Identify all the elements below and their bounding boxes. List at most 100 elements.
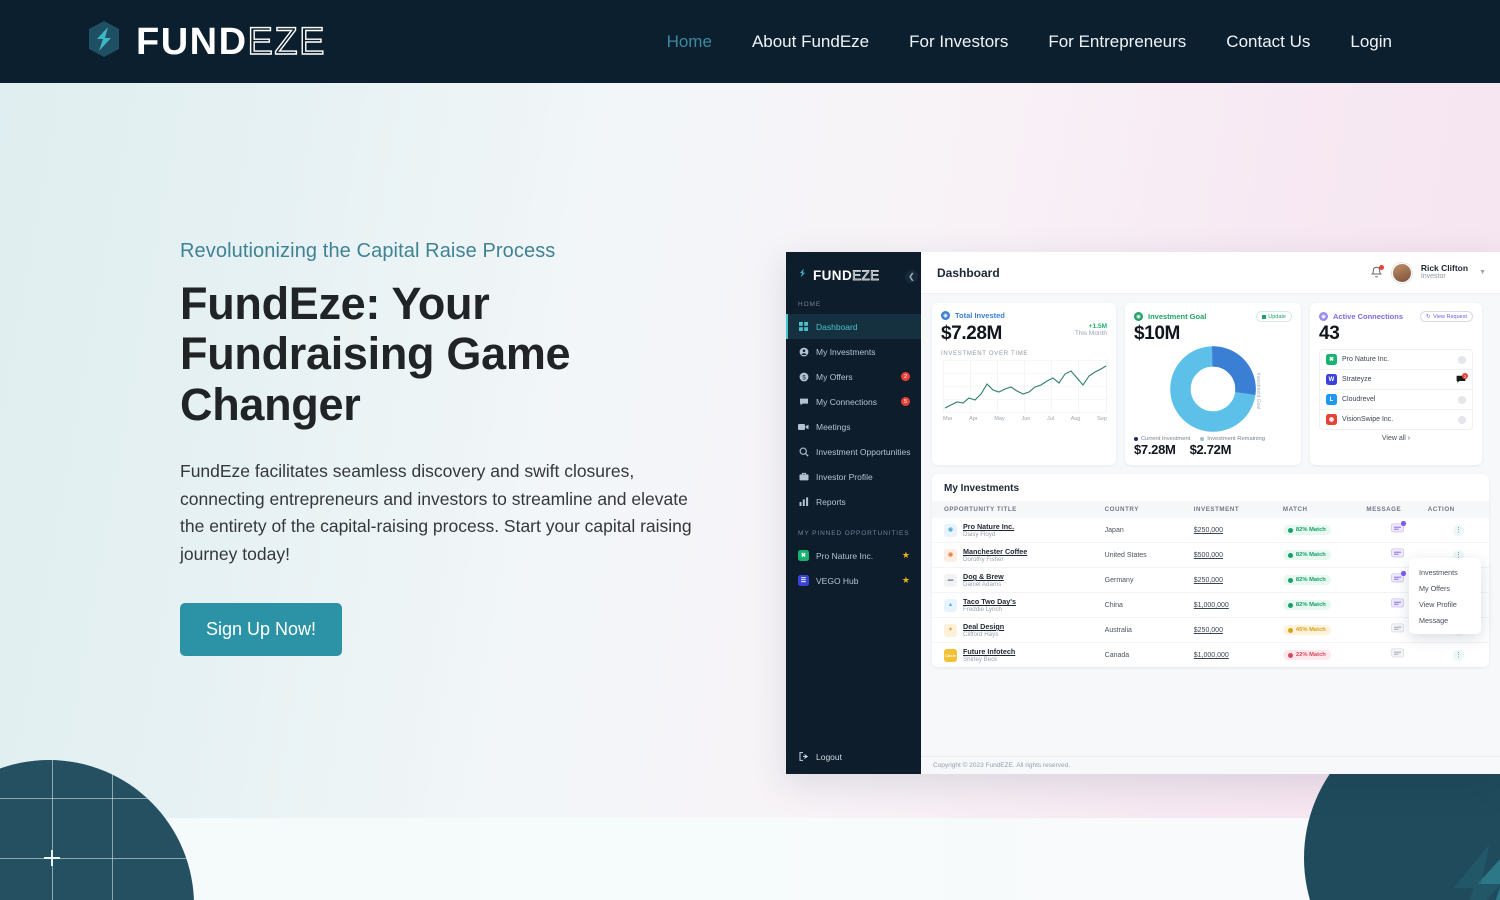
sign-up-button[interactable]: Sign Up Now! — [180, 602, 343, 656]
sidebar-item-meetings[interactable]: Meetings — [786, 414, 921, 439]
avatar[interactable] — [1391, 262, 1412, 283]
site-logo[interactable]: FUND EZE — [86, 20, 326, 63]
view-request-button[interactable]: ↻ View Request — [1420, 311, 1473, 322]
context-menu-item-message[interactable]: Message — [1409, 612, 1481, 628]
message-icon[interactable] — [1390, 571, 1406, 585]
fundeze-watermark-icon — [1430, 809, 1500, 900]
notification-bell-icon[interactable] — [1370, 264, 1384, 280]
connection-action-icon[interactable] — [1458, 415, 1466, 424]
opportunity-name[interactable]: Pro Nature Inc. — [963, 522, 1014, 531]
user-circle-icon — [798, 346, 809, 357]
table-row[interactable]: ◉ Manchester Coffee Dorothy Fisher Unite… — [932, 542, 1489, 568]
investment-amount[interactable]: $500,000 — [1194, 552, 1223, 559]
message-icon[interactable] — [1390, 548, 1404, 560]
opportunity-name[interactable]: Future Infotech — [963, 647, 1015, 656]
donut-chart-svg — [1170, 346, 1256, 432]
star-icon[interactable]: ★ — [902, 550, 910, 561]
message-icon[interactable] — [1390, 521, 1406, 535]
list-item[interactable]: ✖ Pro Nature Inc. — [1320, 350, 1472, 370]
investments-table: OPPORTUNITY TITLE COUNTRY INVESTMENT MAT… — [932, 501, 1489, 667]
context-menu-item-view-profile[interactable]: View Profile — [1409, 596, 1481, 612]
status-badge: 5 — [901, 397, 910, 406]
change-indicator: +1.5M This Month — [1075, 323, 1107, 337]
context-menu-item-investments[interactable]: Investments — [1409, 564, 1481, 580]
company-avatar-icon: Circle — [944, 648, 957, 662]
table-row[interactable]: Circle Future Infotech Shirley Beck Cana… — [932, 643, 1489, 668]
connection-action-icon[interactable] — [1458, 395, 1466, 404]
dollar-circle-icon: $ — [798, 371, 809, 382]
sidebar-item-reports[interactable]: Reports — [786, 489, 921, 514]
nav-link-for-entrepreneurs[interactable]: For Entrepreneurs — [1028, 32, 1206, 52]
investment-amount[interactable]: $250,000 — [1194, 627, 1223, 634]
match-label: 45% Match — [1295, 627, 1326, 633]
table-row[interactable]: ▬ Dog & Brew Daniel Adams Germany $250,0… — [932, 567, 1489, 593]
nav-link-login[interactable]: Login — [1330, 32, 1412, 52]
message-icon[interactable] — [1390, 598, 1404, 610]
sidebar-item-label: My Investments — [816, 346, 876, 357]
sidebar-item-my-offers[interactable]: $ My Offers 2 — [786, 364, 921, 389]
message-icon[interactable]: 2 — [1456, 373, 1468, 384]
table-row[interactable]: ✦ Deal Design Clifford Hays Australia $2… — [932, 617, 1489, 643]
view-all-connections-link[interactable]: View all › — [1319, 430, 1473, 442]
column-action: ACTION — [1427, 501, 1489, 518]
investment-amount[interactable]: $250,000 — [1194, 527, 1223, 534]
hero-copy: Revolutionizing the Capital Raise Proces… — [180, 240, 710, 656]
message-icon[interactable] — [1390, 648, 1404, 660]
cell-message — [1366, 518, 1428, 543]
dashboard-main: Dashboard Rick Clifton Investor ▼ ◉ Tota… — [921, 252, 1500, 774]
table-row[interactable]: ▲ Taco Two Day's Freddie Lynch China $1,… — [932, 592, 1489, 618]
sidebar-item-investment-opportunities[interactable]: Investment Opportunities — [786, 439, 921, 464]
update-goal-button[interactable]: Update — [1255, 311, 1292, 322]
opportunity-name[interactable]: Dog & Brew — [963, 572, 1004, 581]
connections-list: ✖ Pro Nature Inc. W Strateyze 2 L Cloudr… — [1319, 349, 1473, 430]
sidebar-item-my-investments[interactable]: My Investments — [786, 339, 921, 364]
list-item[interactable]: ◉ VisionSwipe Inc. — [1320, 410, 1472, 429]
list-item[interactable]: W Strateyze 2 — [1320, 370, 1472, 390]
nav-link-home[interactable]: Home — [647, 32, 732, 52]
nav-link-for-investors[interactable]: For Investors — [889, 32, 1028, 52]
opportunity-name[interactable]: Taco Two Day's — [963, 597, 1016, 606]
x-axis-labels: Mar Apr May Jun Jul Aug Sep — [943, 416, 1107, 422]
logo-word-eze: EZE — [852, 268, 880, 284]
connection-action-icon[interactable] — [1458, 355, 1466, 364]
list-item[interactable]: L Cloudrevel — [1320, 390, 1472, 410]
cell-opportunity: ◉ Manchester Coffee Dorothy Fisher — [932, 542, 1105, 568]
nav-link-about-fundeze[interactable]: About FundEze — [732, 32, 889, 52]
message-icon[interactable] — [1390, 623, 1404, 635]
opportunity-name[interactable]: Deal Design — [963, 622, 1004, 631]
company-avatar-icon: ✖ — [798, 550, 809, 561]
sidebar-item-investor-profile[interactable]: Investor Profile — [786, 464, 921, 489]
collapse-sidebar-icon[interactable]: ❮ — [905, 270, 918, 283]
sidebar-item-label: My Connections — [816, 396, 877, 407]
opportunity-name[interactable]: Manchester Coffee — [963, 547, 1027, 556]
sidebar-item-label: Meetings — [816, 421, 851, 432]
connection-name: Cloudrevel — [1342, 396, 1376, 403]
context-menu-item-my-offers[interactable]: My Offers — [1409, 580, 1481, 596]
dashboard-logo[interactable]: FUND EZE — [786, 252, 921, 285]
row-actions-icon[interactable]: ⋮ — [1452, 524, 1464, 536]
sidebar-item-dashboard[interactable]: Dashboard — [786, 314, 921, 339]
investment-amount[interactable]: $250,000 — [1194, 577, 1223, 584]
info-icon: ◉ — [941, 311, 950, 320]
logout-button[interactable]: Logout — [798, 751, 842, 762]
donut-side-label: Investment Goal — [1254, 372, 1261, 410]
row-actions-icon[interactable]: ⋮ — [1452, 649, 1464, 661]
nav-link-contact-us[interactable]: Contact Us — [1206, 32, 1330, 52]
opportunity-info: Manchester Coffee Dorothy Fisher — [963, 547, 1027, 563]
message-badge: 2 — [1462, 373, 1468, 379]
star-icon[interactable]: ★ — [902, 575, 910, 586]
sidebar-pinned-pro-nature[interactable]: ✖ Pro Nature Inc. ★ — [786, 543, 921, 568]
total-invested-value: $7.28M — [941, 323, 1002, 344]
investment-amount[interactable]: $1,000,000 — [1194, 652, 1229, 659]
table-row[interactable]: ◉ Pro Nature Inc. Daisy Floyd Japan $250… — [932, 518, 1489, 543]
cell-opportunity: ◉ Pro Nature Inc. Daisy Floyd — [932, 518, 1105, 543]
column-country: COUNTRY — [1104, 501, 1194, 518]
chevron-down-icon[interactable]: ▼ — [1479, 269, 1486, 276]
opportunity-cell: ◉ Pro Nature Inc. Daisy Floyd — [944, 522, 1105, 538]
sidebar-item-my-connections[interactable]: My Connections 5 — [786, 389, 921, 414]
sidebar-pinned-vego-hub[interactable]: ☰ VEGO Hub ★ — [786, 568, 921, 593]
opportunity-contact: Dorothy Fisher — [963, 556, 1004, 563]
bottom-band — [0, 818, 1500, 900]
current-investment-value: $7.28M — [1134, 442, 1176, 457]
investment-amount[interactable]: $1,000,000 — [1194, 602, 1229, 609]
